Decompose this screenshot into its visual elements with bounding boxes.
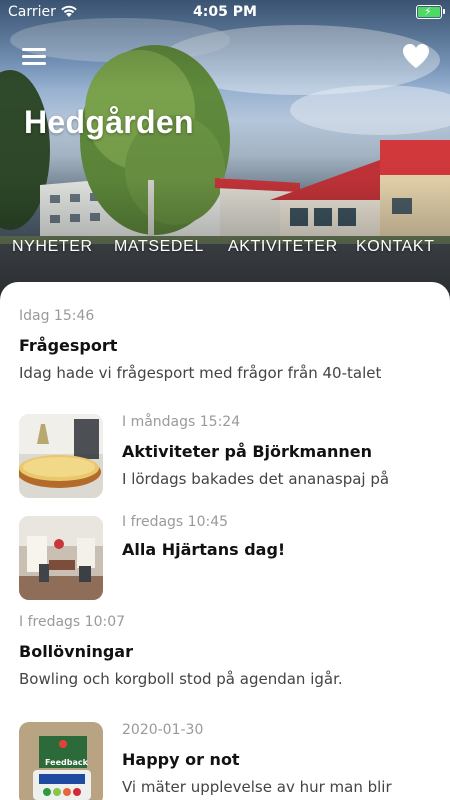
- news-list: Idag 15:46 Frågesport Idag hade vi fråge…: [0, 282, 450, 800]
- clock: 4:05 PM: [193, 4, 257, 20]
- news-thumbnail-pie: [19, 414, 103, 498]
- news-date: Idag 15:46: [19, 308, 95, 324]
- hamburger-menu-icon[interactable]: [22, 46, 46, 66]
- favorite-heart-icon[interactable]: [402, 43, 430, 69]
- news-excerpt: Bowling och korgboll stod på agendan igå…: [19, 670, 343, 688]
- news-excerpt: Vi mäter upplevelse av hur man blir: [122, 778, 392, 796]
- news-title: Aktiviteter på Björkmannen: [122, 442, 373, 461]
- battery-icon: ⚡: [416, 5, 445, 19]
- tab-bar: NYHETER MATSEDEL AKTIVITETER KONTAKT: [0, 238, 450, 260]
- news-title: Alla Hjärtans dag!: [122, 540, 286, 559]
- news-item-alla-hjartans-dag[interactable]: I fredags 10:45 Alla Hjärtans dag!: [0, 514, 450, 600]
- news-date: 2020-01-30: [122, 722, 204, 738]
- news-item-fragesport[interactable]: Idag 15:46 Frågesport Idag hade vi fråge…: [0, 304, 450, 394]
- news-thumbnail-room: [19, 516, 103, 600]
- news-date: I måndags 15:24: [122, 414, 241, 430]
- tab-nyheter[interactable]: NYHETER: [12, 238, 93, 256]
- news-thumbnail-feedback: Feedback: [19, 722, 103, 800]
- news-date: I fredags 10:45: [122, 514, 229, 530]
- tab-matsedel[interactable]: MATSEDEL: [114, 238, 204, 256]
- tab-aktiviteter[interactable]: AKTIVITETER: [228, 238, 338, 256]
- news-excerpt: I lördags bakades det ananaspaj på: [122, 470, 390, 488]
- feedback-sign-text: Feedback: [45, 758, 88, 767]
- news-item-aktiviteter-bjorkmannen[interactable]: I måndags 15:24 Aktiviteter på Björkmann…: [0, 412, 450, 502]
- news-title: Happy or not: [122, 750, 240, 769]
- tab-kontakt[interactable]: KONTAKT: [356, 238, 435, 256]
- news-excerpt: Idag hade vi frågesport med frågor från …: [19, 364, 382, 382]
- news-date: I fredags 10:07: [19, 614, 126, 630]
- news-item-happy-or-not[interactable]: Feedback 2020-01-30 Happy or not Vi mäte…: [0, 720, 450, 800]
- news-item-bollovningar[interactable]: I fredags 10:07 Bollövningar Bowling och…: [0, 614, 450, 694]
- status-bar: Carrier 4:05 PM ⚡: [0, 0, 450, 26]
- page-title: Hedgården: [24, 104, 194, 140]
- news-title: Frågesport: [19, 336, 118, 355]
- news-title: Bollövningar: [19, 642, 133, 661]
